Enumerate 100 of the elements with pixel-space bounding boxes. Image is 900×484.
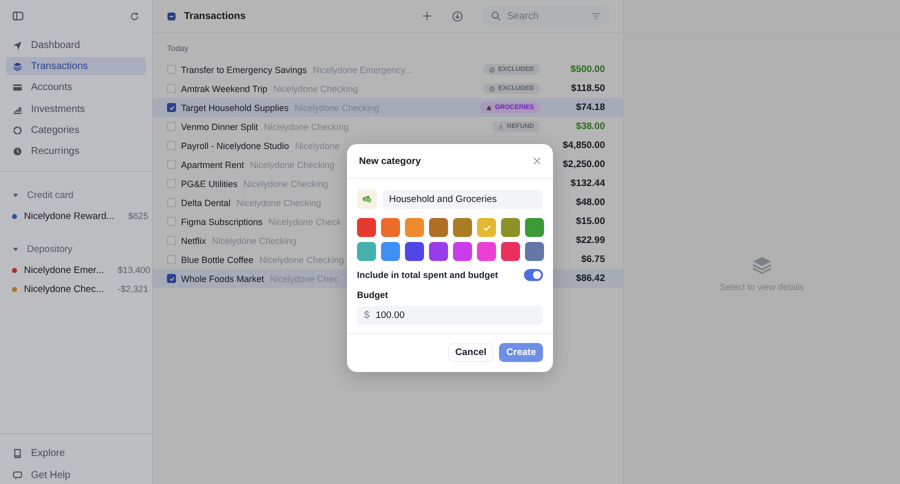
amount: $132.44 xyxy=(570,178,605,189)
color-swatch[interactable] xyxy=(381,242,400,261)
budget-field[interactable]: $ 100.00 xyxy=(357,306,543,325)
color-swatch[interactable] xyxy=(453,242,472,261)
row-checkbox[interactable] xyxy=(167,122,176,131)
close-icon[interactable] xyxy=(533,157,541,165)
cancel-button[interactable]: Cancel xyxy=(448,343,494,362)
transaction-name[interactable]: Figma Subscriptions xyxy=(181,216,263,226)
color-swatch[interactable] xyxy=(501,218,520,237)
amount: $6.75 xyxy=(580,254,605,265)
amount: $74.18 xyxy=(574,102,605,113)
color-swatch[interactable] xyxy=(501,242,520,261)
nav-item[interactable]: Accounts xyxy=(6,78,146,97)
transaction-name[interactable]: Whole Foods Market xyxy=(181,274,264,284)
row-checkbox[interactable] xyxy=(167,65,176,74)
nav-item[interactable]: Explore xyxy=(6,444,146,462)
filter-icon[interactable] xyxy=(591,11,601,21)
name-field[interactable]: Household and Groceries xyxy=(383,190,543,208)
plus-icon[interactable] xyxy=(422,11,432,21)
download-icon[interactable] xyxy=(452,10,463,22)
account-balance: $625 xyxy=(128,211,148,222)
amount: $48.00 xyxy=(574,197,605,208)
color-swatch[interactable] xyxy=(453,218,472,237)
color-swatch[interactable] xyxy=(405,218,424,237)
nav-item[interactable]: Transactions xyxy=(6,57,146,76)
color-swatch[interactable] xyxy=(525,242,544,261)
transaction-name[interactable]: Transfer to Emergency Savings xyxy=(181,64,307,74)
row-checkbox[interactable] xyxy=(167,103,176,112)
color-swatch[interactable] xyxy=(357,242,376,261)
field-label: Budget xyxy=(357,290,389,300)
color-swatch[interactable] xyxy=(525,218,544,237)
color-swatch[interactable] xyxy=(357,218,376,237)
account-name: Nicelydone Checking xyxy=(259,254,344,264)
account-balance: $13,400 xyxy=(118,265,150,276)
account-name: Nicelydone Checking xyxy=(212,236,297,246)
caret-icon xyxy=(12,192,19,200)
color-swatch[interactable] xyxy=(477,242,496,261)
amount: $2,250.00 xyxy=(562,159,605,170)
row-checkbox[interactable] xyxy=(167,198,176,207)
select-all-checkbox[interactable] xyxy=(167,12,176,20)
account-balance: -$2,321 xyxy=(118,284,148,294)
toggle-switch[interactable] xyxy=(524,269,543,281)
account-name: Nicelydone Checking xyxy=(244,178,328,188)
color-swatch[interactable] xyxy=(429,242,448,261)
chat-icon xyxy=(12,470,23,480)
money-icon xyxy=(362,194,372,204)
nav-item[interactable]: Investments xyxy=(6,100,146,118)
layers-icon xyxy=(12,60,23,72)
group-header[interactable]: Depository xyxy=(6,242,146,258)
color-swatch[interactable] xyxy=(429,218,448,237)
row-checkbox[interactable] xyxy=(167,179,176,188)
emoji-picker[interactable] xyxy=(357,189,377,209)
color-swatch[interactable] xyxy=(381,218,400,237)
amount: $15.00 xyxy=(574,216,605,227)
amount: $38.00 xyxy=(574,121,605,132)
row-checkbox[interactable] xyxy=(167,255,176,264)
nav-item[interactable]: Recurrings xyxy=(6,142,146,161)
row-checkbox[interactable] xyxy=(167,160,176,169)
row-checkbox[interactable] xyxy=(167,217,176,226)
account-name: Nicelydone Check xyxy=(268,216,342,226)
color-swatch[interactable] xyxy=(477,218,496,237)
search-icon xyxy=(491,11,501,21)
transaction-name[interactable]: Amtrak Weekend Trip xyxy=(181,84,268,94)
refresh-icon[interactable] xyxy=(129,10,140,22)
account-name[interactable]: Nicelydone Emer... xyxy=(24,264,104,276)
transaction-name[interactable]: PG&E Utilities xyxy=(181,178,238,188)
transaction-name[interactable]: Target Household Supplies xyxy=(181,102,289,112)
sidebar-toggle-icon[interactable] xyxy=(12,10,24,22)
row-checkbox[interactable] xyxy=(167,236,176,245)
transaction-name[interactable]: Blue Bottle Coffee xyxy=(181,254,254,264)
account-name: Nicelydone Checking xyxy=(236,198,322,208)
row-checkbox[interactable] xyxy=(167,274,176,283)
transaction-name[interactable]: Payroll - Nicelydone Studio xyxy=(181,140,290,150)
nav-item[interactable]: Categories xyxy=(6,122,146,140)
page-title: Transactions xyxy=(184,10,246,22)
book-icon xyxy=(12,448,23,458)
account-name: Nicelydone Checking xyxy=(250,160,335,170)
account-name[interactable]: Nicelydone Chec... xyxy=(24,284,104,295)
prohibited-icon xyxy=(489,86,496,92)
nav-item[interactable]: Dashboard xyxy=(6,36,146,54)
nav-item[interactable]: Get Help xyxy=(6,466,146,484)
account-name: Nicelydone Checking xyxy=(264,122,349,132)
transaction-name[interactable]: Apartment Rent xyxy=(181,160,244,170)
account-name[interactable]: Nicelydone Reward... xyxy=(24,210,114,222)
row-checkbox[interactable] xyxy=(167,84,176,93)
card-icon xyxy=(12,82,23,94)
row-checkbox[interactable] xyxy=(167,141,176,150)
amount: $500.00 xyxy=(570,64,605,75)
amount: $86.42 xyxy=(574,273,605,284)
toggle-label: Include in total spent and budget xyxy=(357,270,498,280)
account-name: Nicelydone Emergency... xyxy=(312,64,412,74)
transaction-name[interactable]: Netflix xyxy=(181,236,206,246)
transaction-name[interactable]: Venmo Dinner Split xyxy=(181,122,258,132)
prohibited-icon xyxy=(489,66,496,72)
group-header[interactable]: Credit card xyxy=(6,188,146,204)
color-swatch[interactable] xyxy=(405,242,424,261)
transaction-name[interactable]: Delta Dental xyxy=(181,198,231,208)
amount: $118.50 xyxy=(570,83,605,94)
paper-plane-icon xyxy=(12,40,23,50)
section-label: Today xyxy=(166,43,190,55)
